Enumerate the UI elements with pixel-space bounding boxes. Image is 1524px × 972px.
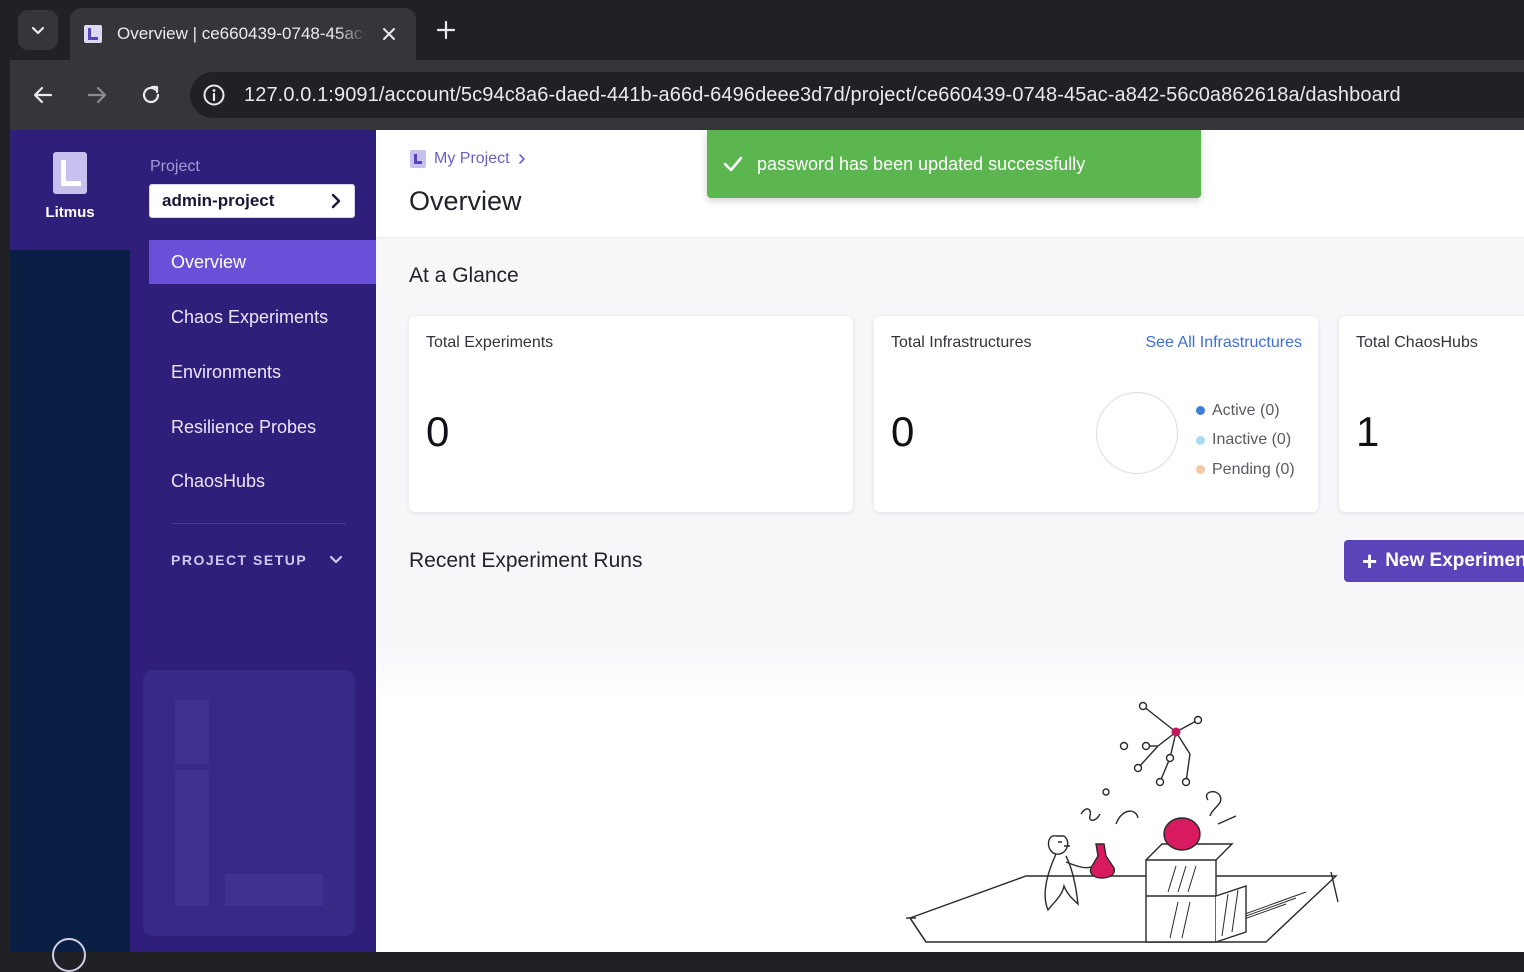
total-infrastructures-card: Total Infrastructures See All Infrastruc… [874,316,1318,512]
sidebar-placeholder-block [225,874,323,906]
legend-item-inactive: Inactive (0) [1196,426,1295,456]
plus-icon [436,20,456,40]
tab-title: Overview | ce660439-0748-45ac-a842-56c0a… [117,24,367,43]
tab-search-button[interactable] [18,10,58,50]
litmus-logo-icon [53,152,87,194]
site-info-icon[interactable] [202,83,226,107]
sidebar-placeholder-block [175,770,209,906]
recent-experiment-runs-title: Recent Experiment Runs [409,549,643,572]
browser-tab[interactable]: Overview | ce660439-0748-45ac-a842-56c0a… [70,8,416,60]
toast-message: password has been updated successfully [757,153,1086,174]
status-dot-icon [1196,435,1205,445]
sidebar-item-environments[interactable]: Environments [149,350,376,394]
project-label: Project [150,158,200,175]
legend-item-pending: Pending (0) [1196,455,1295,485]
browser-tab-strip: Overview | ce660439-0748-45ac-a842-56c0a… [0,0,1524,60]
project-name: admin-project [162,191,275,210]
total-chaoshubs-card: Total ChaosHubs 1 [1339,316,1524,512]
legend-label: Pending (0) [1212,460,1295,478]
app-rail: Litmus [10,130,130,972]
checkmark-icon [723,156,743,172]
legend-item-active: Active (0) [1196,396,1295,426]
project-selector[interactable]: admin-project [149,184,355,218]
arrow-left-icon [33,86,53,104]
infrastructure-legend: Active (0) Inactive (0) Pending (0) [1196,396,1295,485]
legend-label: Active (0) [1212,401,1280,419]
arrow-right-icon [87,86,107,104]
status-dot-icon [1196,465,1205,475]
address-bar[interactable]: 127.0.0.1:9091/account/5c94c8a6-daed-441… [190,72,1524,118]
chevron-right-icon [518,154,525,164]
card-label: Total ChaosHubs [1356,334,1478,351]
success-toast[interactable]: password has been updated successfully [707,130,1201,198]
sidebar-item-resilience-probes[interactable]: Resilience Probes [149,405,376,449]
total-experiments-card: Total Experiments 0 [409,316,853,512]
status-dot-icon [1196,406,1205,416]
empty-state-illustration [906,701,1339,943]
project-icon [410,150,426,168]
project-setup-label: PROJECT SETUP [171,552,308,568]
new-experiment-button[interactable]: + New Experiment [1344,540,1524,582]
project-setup-toggle[interactable]: PROJECT SETUP [171,552,343,568]
reload-button[interactable] [136,80,166,110]
card-value: 0 [426,408,450,455]
chevron-right-icon [331,193,341,209]
sidebar-placeholder-block [175,700,209,764]
browser-toolbar: 127.0.0.1:9091/account/5c94c8a6-daed-441… [10,60,1524,130]
page-title: Overview [409,186,522,216]
forward-button[interactable] [82,80,112,110]
infrastructure-donut-chart [1096,392,1178,474]
close-icon [383,28,395,40]
see-all-infrastructures-link[interactable]: See All Infrastructures [1145,334,1302,352]
sidebar-item-overview[interactable]: Overview [149,240,376,284]
breadcrumb[interactable]: My Project [410,150,526,168]
new-tab-button[interactable] [432,16,460,44]
chevron-down-icon [329,555,343,564]
card-value: 1 [1356,408,1380,455]
logo-text: Litmus [45,204,95,221]
litmus-logo[interactable]: Litmus [10,130,130,250]
card-label: Total Experiments [426,334,554,351]
plus-icon: + [1362,546,1378,576]
at-a-glance-title: At a Glance [409,264,519,287]
url-text: 127.0.0.1:9091/account/5c94c8a6-daed-441… [244,83,1401,106]
main-content: My Project Overview At a Glance Total Ex… [376,130,1524,952]
card-label: Total Infrastructures [891,334,1032,351]
card-value: 0 [891,408,915,455]
breadcrumb-my-project[interactable]: My Project [434,150,510,168]
tab-close-button[interactable] [379,24,399,44]
back-button[interactable] [28,80,58,110]
user-avatar-icon[interactable] [52,938,86,972]
reload-icon [142,85,160,104]
sidebar-item-chaos-experiments[interactable]: Chaos Experiments [149,295,376,339]
legend-label: Inactive (0) [1212,431,1292,449]
new-experiment-label: New Experiment [1385,550,1524,571]
project-sidebar: Project admin-project Overview Chaos Exp… [130,130,376,952]
litmus-favicon-icon [84,25,102,43]
sidebar-item-chaoshubs[interactable]: ChaosHubs [149,459,376,503]
sidebar-divider [172,523,346,524]
chevron-down-icon [31,26,45,35]
